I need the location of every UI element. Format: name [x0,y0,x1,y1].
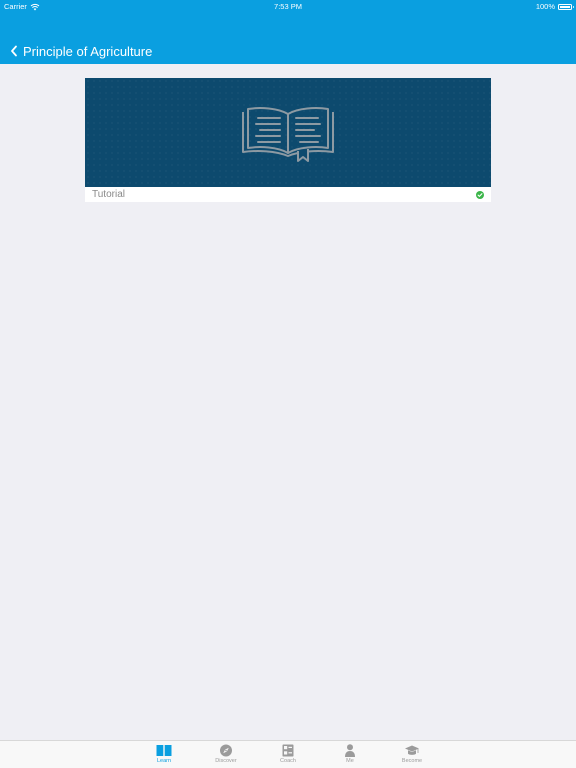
tab-bar: Learn Discover Coach Me Become [0,740,576,768]
top-bar: Carrier 7:53 PM 100% Principle of Agricu… [0,0,576,64]
book-icon [242,106,334,162]
chevron-left-icon [11,45,17,57]
battery-indicator: 100% [535,0,574,13]
page-title: Principle of Agriculture [23,43,153,59]
battery-icon [558,3,574,10]
card-footer: Tutorial [85,187,491,202]
tab-label-discover: Discover [215,758,237,764]
tab-discover[interactable]: Discover [201,743,251,767]
status-time: 7:53 PM [274,2,302,11]
check-circle-icon [476,190,484,199]
compass-icon [220,744,232,757]
coach-icon [282,744,294,757]
app-screen: Carrier 7:53 PM 100% Principle of Agricu… [0,0,576,768]
graduation-cap-icon [405,745,419,755]
person-icon [345,744,355,757]
status-bar: Carrier 7:53 PM 100% [0,0,576,13]
tab-coach[interactable]: Coach [263,743,313,767]
card-label: Tutorial [92,189,125,200]
tab-label-me: Me [346,758,354,764]
tab-label-coach: Coach [280,758,296,764]
battery-label: 100% [535,2,555,11]
tab-learn[interactable]: Learn [139,743,189,767]
book-tab-icon [156,745,172,756]
card-banner [85,78,491,187]
tab-me[interactable]: Me [325,743,375,767]
tab-label-become: Become [401,758,423,764]
tab-become[interactable]: Become [387,743,437,767]
back-button[interactable]: Principle of Agriculture [0,44,152,59]
tab-label-learn: Learn [156,758,172,764]
navigation-bar: Principle of Agriculture [0,38,576,64]
tutorial-card[interactable]: Tutorial [85,78,491,202]
